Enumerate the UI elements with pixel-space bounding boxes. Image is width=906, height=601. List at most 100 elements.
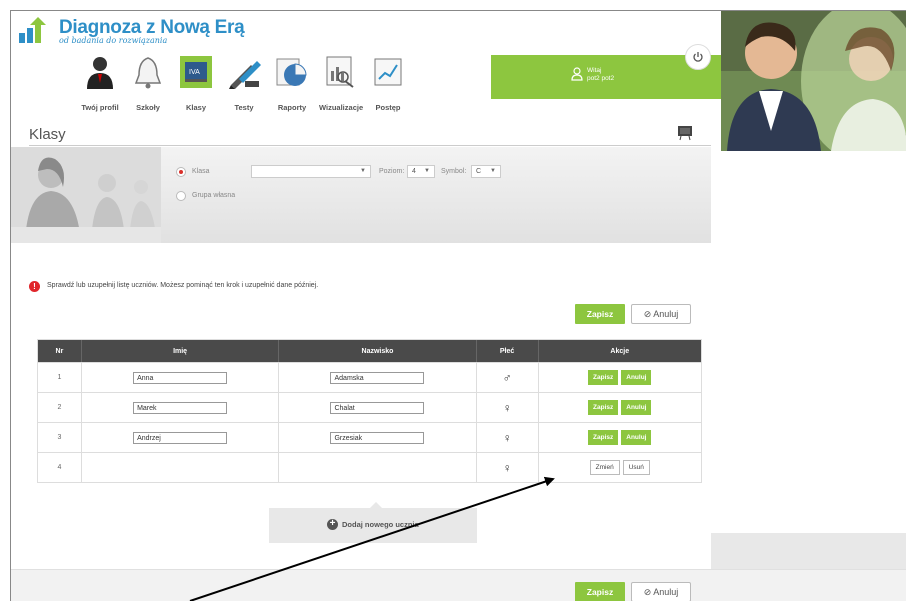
level-select-value: 4 — [412, 168, 416, 175]
first-name-input[interactable]: Anna — [133, 371, 228, 384]
col-header-first-name: Imię — [82, 340, 280, 362]
plus-circle-icon: + — [327, 519, 338, 530]
radio-own-group-label: Grupa własna — [192, 192, 236, 199]
power-icon — [693, 52, 703, 62]
col-header-gender: Płeć — [477, 340, 539, 362]
save-button-top[interactable]: Zapisz — [575, 304, 625, 324]
main-nav: Twój profil Szkoły IVA Klasy Testy Rapor… — [79, 51, 419, 121]
table-row: 3 Andrzej Grzesiak ♀ Zapisz Anuluj — [38, 422, 701, 452]
header-photo — [721, 11, 906, 151]
nav-item-progress[interactable]: Postęp — [367, 51, 409, 112]
nav-label: Postęp — [375, 103, 401, 112]
first-name-input[interactable]: Andrzej — [133, 431, 228, 444]
symbol-label: Symbol: — [441, 168, 467, 175]
chevron-down-icon: ▼ — [360, 168, 366, 174]
app-window: Diagnoza z Nową Erą od badania do rozwią… — [10, 10, 906, 601]
nav-label: Twój profil — [81, 103, 119, 112]
cancel-button-bottom[interactable]: ⊘ Anuluj — [631, 582, 691, 601]
class-select[interactable]: ▼ — [251, 165, 371, 178]
class-filter-panel: Klasa Grupa własna ▼ Poziom: 4 ▼ Symbol:… — [11, 147, 711, 243]
svg-text:IVA: IVA — [189, 69, 200, 76]
user-outline-icon — [571, 67, 583, 81]
first-name-input[interactable]: Marek — [133, 401, 228, 414]
footer-bar — [11, 569, 906, 601]
nav-item-classes[interactable]: IVA Klasy — [175, 51, 217, 112]
col-header-last-name: Nazwisko — [279, 340, 477, 362]
last-name-input[interactable]: Chalat — [330, 401, 425, 414]
nav-label: Szkoły — [136, 103, 160, 112]
whiteboard-icon[interactable] — [677, 125, 693, 141]
table-row: 4 ♀ Zmień Usuń — [38, 452, 701, 482]
cell-nr: 3 — [38, 423, 82, 452]
brand-title-part2: z Nową Erą — [146, 17, 245, 38]
brand-logo[interactable]: Diagnoza z Nową Erą od badania do rozwią… — [19, 11, 259, 51]
row-delete-button[interactable]: Usuń — [622, 460, 650, 475]
nav-item-reports[interactable]: Raporty — [271, 51, 313, 112]
male-icon[interactable]: ♂ — [503, 371, 512, 385]
user-text: Witaj pot2 pot2 — [587, 67, 614, 83]
row-save-button[interactable]: Zapisz — [588, 400, 619, 415]
nav-item-profile[interactable]: Twój profil — [79, 51, 121, 112]
female-icon[interactable]: ♀ — [503, 461, 512, 475]
cell-nr: 2 — [38, 393, 82, 422]
cell-first-name — [82, 453, 280, 482]
radio-own-group[interactable] — [176, 191, 186, 201]
chevron-down-icon: ▼ — [490, 168, 496, 174]
add-student-content[interactable]: + Dodaj nowego ucznia — [327, 519, 419, 530]
pie-chart-icon — [271, 51, 313, 93]
col-header-actions: Akcje — [610, 347, 630, 355]
last-name-input[interactable]: Grzesiak — [330, 431, 425, 444]
save-button-bottom[interactable]: Zapisz — [575, 582, 625, 601]
user-icon — [79, 51, 121, 93]
female-icon[interactable]: ♀ — [503, 431, 512, 445]
board-icon: IVA — [175, 51, 217, 93]
level-select[interactable]: 4 ▼ — [407, 165, 435, 178]
table-row: 1 Anna Adamska ♂ Zapisz Anuluj — [38, 362, 701, 392]
cancel-button-top[interactable]: ⊘ Anuluj — [631, 304, 691, 324]
students-table: Nr Imię Nazwisko Płeć Akcje 1 Anna Adams… — [37, 339, 702, 483]
female-icon[interactable]: ♀ — [503, 401, 512, 415]
nav-label: Klasy — [185, 103, 206, 112]
symbol-select[interactable]: C ▼ — [471, 165, 501, 178]
logout-button[interactable] — [685, 44, 711, 70]
row-save-button[interactable]: Zapisz — [588, 430, 619, 445]
row-edit-button[interactable]: Zmień — [589, 460, 620, 475]
row-cancel-button[interactable]: Anuluj — [621, 370, 652, 385]
nav-label: Raporty — [277, 103, 307, 112]
table-header: Nr Imię Nazwisko Płeć Akcje — [38, 340, 701, 362]
pencil-icon — [223, 51, 265, 93]
nav-item-tests[interactable]: Testy — [223, 51, 265, 112]
progress-chart-icon — [367, 51, 409, 93]
side-panel-band — [711, 533, 906, 569]
nav-item-schools[interactable]: Szkoły — [127, 51, 169, 112]
radio-class[interactable] — [176, 167, 186, 177]
row-cancel-button[interactable]: Anuluj — [621, 400, 652, 415]
chart-icon — [319, 51, 361, 93]
cell-last-name — [279, 453, 477, 482]
row-save-button[interactable]: Zapisz — [588, 370, 619, 385]
page-title: Klasy — [29, 126, 66, 143]
symbol-select-value: C — [476, 168, 482, 175]
alert-text: Sprawdź lub uzupełnij listę uczniów. Moż… — [47, 282, 319, 289]
user-greeting: Witaj — [587, 67, 602, 74]
row-cancel-button[interactable]: Anuluj — [621, 430, 652, 445]
brand-title-part1: Diagnoza — [59, 17, 142, 38]
cell-nr: 1 — [38, 363, 82, 392]
radio-class-label: Klasa — [192, 168, 210, 175]
user-name: pot2 pot2 — [587, 75, 615, 82]
add-student-label: Dodaj nowego ucznia — [342, 520, 419, 529]
table-row: 2 Marek Chalat ♀ Zapisz Anuluj — [38, 392, 701, 422]
chevron-down-icon: ▼ — [424, 168, 430, 174]
cell-nr: 4 — [38, 453, 82, 482]
alert-icon: ! — [29, 281, 40, 292]
title-divider — [29, 145, 711, 146]
filter-photo — [11, 147, 161, 243]
brand-subtitle: od badania do rozwiązania — [59, 36, 168, 45]
nav-item-visualizations[interactable]: Wizualizacje — [319, 51, 364, 112]
logo-bars-icon — [19, 17, 46, 43]
col-header-nr: Nr — [38, 340, 82, 362]
level-label: Poziom: — [379, 168, 405, 175]
last-name-input[interactable]: Adamska — [330, 371, 425, 384]
nav-label: Wizualizacje — [319, 103, 364, 112]
nav-label: Testy — [234, 103, 254, 112]
